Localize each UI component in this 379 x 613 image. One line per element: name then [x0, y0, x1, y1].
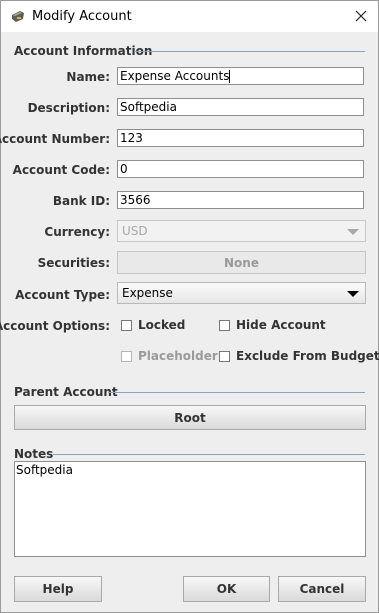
description-label: Description: [27, 101, 110, 115]
locked-checkbox[interactable]: Locked [121, 318, 185, 332]
checkbox-box [219, 350, 230, 362]
placeholder-checkbox[interactable]: Placeholder [121, 349, 218, 363]
account-options-label: Account Options: [0, 319, 110, 333]
checkbox-box [219, 319, 230, 331]
account-code-input[interactable]: 0 [117, 160, 364, 178]
hide-account-checkbox[interactable]: Hide Account [219, 318, 326, 332]
cancel-button[interactable]: Cancel [278, 576, 366, 602]
notes-textarea[interactable]: Softpedia [14, 461, 366, 557]
currency-dropdown[interactable]: USD [117, 220, 366, 242]
name-input[interactable]: Expense Accounts [117, 67, 364, 85]
ok-button[interactable]: OK [183, 576, 270, 602]
currency-label: Currency: [44, 225, 110, 239]
checkbox-box [121, 319, 132, 331]
checkbox-box [121, 350, 132, 362]
account-number-input[interactable]: 123 [117, 129, 364, 147]
section-divider [108, 392, 365, 393]
section-title-notes: Notes [14, 447, 54, 461]
help-button[interactable]: Help [14, 576, 102, 602]
parent-account-button[interactable]: Root [14, 405, 366, 430]
close-icon [355, 10, 367, 22]
securities-button[interactable]: None [117, 251, 366, 274]
account-number-label: Account Number: [0, 132, 110, 146]
section-divider [53, 454, 365, 455]
bank-id-label: Bank ID: [52, 194, 110, 208]
close-button[interactable] [348, 4, 374, 28]
account-type-label: Account Type: [15, 288, 110, 302]
account-type-dropdown[interactable]: Expense [117, 282, 366, 304]
app-icon [12, 11, 24, 22]
section-title-parent-account: Parent Account [14, 385, 118, 399]
section-title-account-info: Account Information [14, 44, 153, 58]
title-bar: Modify Account [1, 1, 378, 32]
description-input[interactable]: Softpedia [117, 98, 364, 116]
modify-account-dialog: Modify Account Account Information Name:… [0, 0, 379, 613]
chevron-down-icon [347, 291, 359, 297]
name-label: Name: [66, 70, 110, 84]
section-divider [134, 51, 365, 52]
window-title: Modify Account [32, 9, 132, 24]
currency-value: USD [122, 224, 148, 238]
bank-id-input[interactable]: 3566 [117, 191, 364, 209]
account-code-label: Account Code: [12, 163, 110, 177]
chevron-down-icon [347, 229, 359, 235]
securities-label: Securities: [37, 256, 110, 270]
account-type-value: Expense [122, 286, 173, 300]
exclude-from-budgets-checkbox[interactable]: Exclude From Budgets [219, 349, 379, 363]
